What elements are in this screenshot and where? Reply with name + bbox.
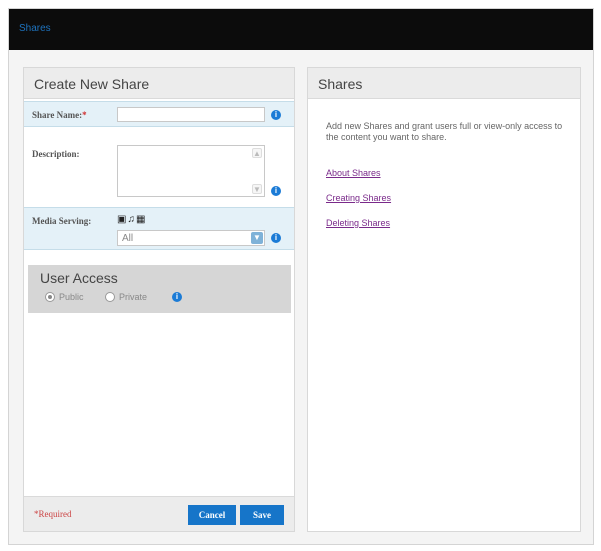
radio-private-label[interactable]: Private — [119, 292, 147, 302]
create-share-footer: *Required Cancel Save — [24, 496, 294, 531]
required-note: *Required — [34, 509, 72, 519]
user-access-section: User Access Public Private i — [28, 265, 291, 313]
cancel-button[interactable]: Cancel — [188, 505, 236, 525]
music-note-icon: ♫ — [127, 214, 135, 225]
share-name-input[interactable] — [117, 107, 265, 122]
shares-info-header: Shares — [308, 68, 580, 99]
scroll-up-icon[interactable]: ▲ — [252, 148, 262, 158]
radio-public[interactable] — [45, 292, 55, 302]
camera-icon: ▣ — [117, 214, 127, 225]
top-bar: Shares — [9, 9, 593, 50]
chevron-down-icon[interactable]: ▼ — [251, 232, 263, 244]
link-about-shares[interactable]: About Shares — [326, 168, 381, 178]
link-creating-shares[interactable]: Creating Shares — [326, 193, 391, 203]
create-share-title: Create New Share — [34, 76, 150, 92]
shares-description: Add new Shares and grant users full or v… — [326, 121, 563, 142]
user-access-info-icon[interactable]: i — [172, 292, 182, 302]
share-name-label: Share Name:* — [32, 110, 87, 120]
radio-private[interactable] — [105, 292, 115, 302]
shares-info-title: Shares — [318, 76, 363, 92]
create-share-panel: Create New Share Share Name:* i Descript… — [23, 67, 295, 532]
media-serving-select[interactable]: All ▼ — [117, 230, 265, 246]
link-deleting-shares[interactable]: Deleting Shares — [326, 218, 390, 228]
scroll-down-icon[interactable]: ▼ — [252, 184, 262, 194]
create-share-header: Create New Share — [24, 68, 294, 99]
shares-info-panel: Shares Add new Shares and grant users fu… — [307, 67, 581, 532]
film-icon: ▦ — [135, 214, 146, 225]
share-name-row: Share Name:* i — [24, 101, 294, 127]
share-name-info-icon[interactable]: i — [271, 110, 281, 120]
media-serving-label: Media Serving: — [32, 216, 92, 226]
required-asterisk: * — [82, 110, 87, 120]
top-bar-title: Shares — [19, 23, 51, 34]
media-serving-row: Media Serving: ▣♫▦ All ▼ i — [24, 207, 294, 250]
app-window: Shares Create New Share Share Name:* i D… — [8, 8, 594, 545]
media-type-icons: ▣♫▦ — [117, 214, 146, 225]
user-access-title: User Access — [40, 270, 118, 286]
description-label: Description: — [32, 149, 80, 159]
media-serving-info-icon[interactable]: i — [271, 233, 281, 243]
save-button[interactable]: Save — [240, 505, 284, 525]
description-info-icon[interactable]: i — [271, 186, 281, 196]
media-serving-selected: All — [122, 233, 134, 244]
description-textarea[interactable]: ▲ ▼ — [117, 145, 265, 197]
radio-public-label[interactable]: Public — [59, 292, 84, 302]
